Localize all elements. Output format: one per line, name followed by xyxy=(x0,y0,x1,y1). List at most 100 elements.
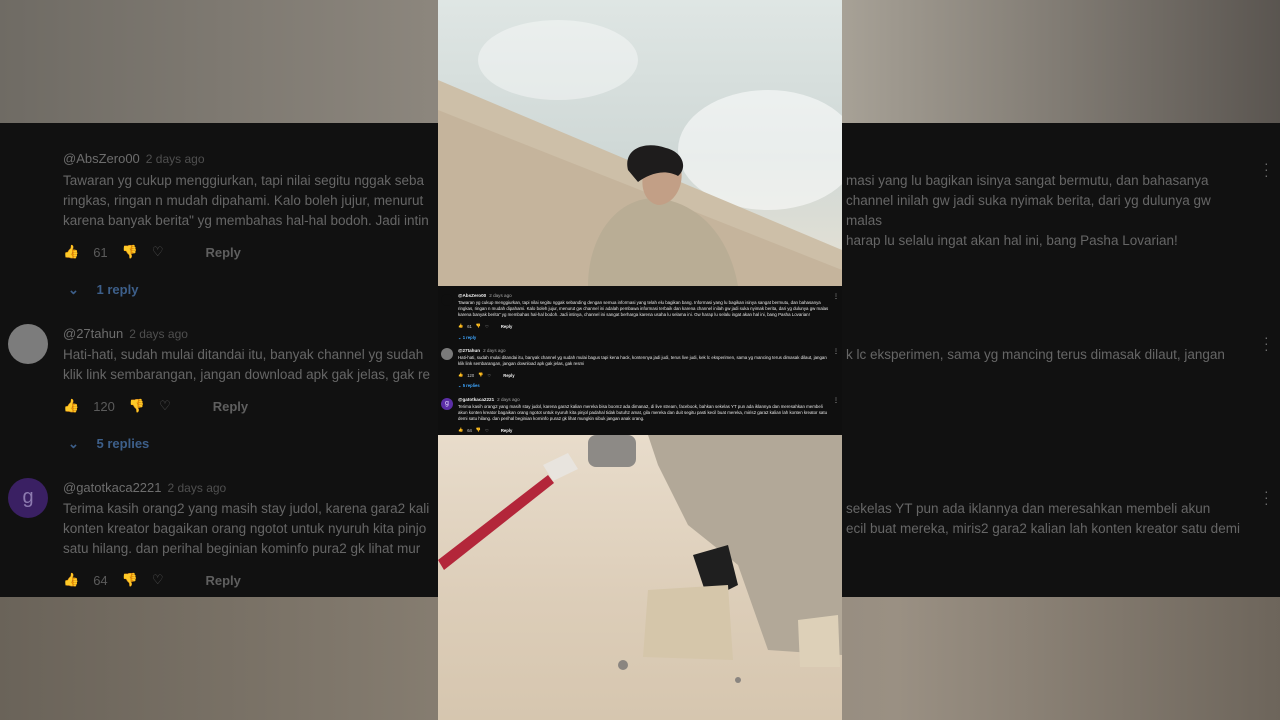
view-replies-button[interactable]: ⌄ 5 replies xyxy=(458,383,480,388)
blurred-comment-text-right: sekelas YT pun ada iklannya dan meresahk… xyxy=(846,499,1246,539)
thumbs-up-icon[interactable]: 👍 xyxy=(458,323,463,329)
blurred-replies-label: 5 replies xyxy=(96,436,150,451)
chevron-down-icon: ⌄ xyxy=(68,282,79,297)
username[interactable]: @AbsZero00 xyxy=(458,293,486,298)
comment-actions: 👍 120 👎 ♡ Reply xyxy=(458,372,515,378)
blurred-text-line: harap lu selalu ingat akan hal ini, bang… xyxy=(846,233,1178,248)
comment-actions: 👍 61 👎 ♡ Reply xyxy=(458,323,512,329)
blurred-text-line: karena banyak berita" yg membahas hal-ha… xyxy=(63,213,429,228)
comment-author[interactable]: @27tahun 2 days ago xyxy=(458,348,506,353)
reply-button[interactable]: Reply xyxy=(501,324,512,329)
view-replies-button[interactable]: ⌄ 1 reply xyxy=(458,335,476,340)
kebab-menu-icon[interactable]: ⋮ xyxy=(833,397,839,404)
avatar[interactable] xyxy=(441,294,453,306)
blurred-reply-label: Reply xyxy=(205,572,241,588)
blurred-username: @27tahun xyxy=(63,326,124,341)
blurred-text-line: satu hilang. dan perihal beginian kominf… xyxy=(63,541,421,556)
username[interactable]: @27tahun xyxy=(458,348,480,353)
blurred-text-line: channel inilah gw jadi suka nyimak berit… xyxy=(846,193,1211,228)
comment-actions: 👍 64 👎 ♡ Reply xyxy=(458,427,512,433)
kebab-menu-icon[interactable]: ⋮ xyxy=(833,348,839,355)
comment-author[interactable]: @AbsZero00 2 days ago xyxy=(458,293,512,298)
blurred-actions: 👍 61 👎 ♡ Reply xyxy=(63,244,241,260)
blurred-text-line: konten kreator bagaikan orang ngotot unt… xyxy=(63,521,427,536)
blurred-comment-text-right: k lc eksperimen, sama yg mancing terus d… xyxy=(846,345,1246,365)
thumbs-down-icon[interactable]: 👎 xyxy=(478,372,483,378)
kebab-menu-icon[interactable]: ⋮ xyxy=(833,293,839,300)
timestamp[interactable]: 2 days ago xyxy=(483,348,505,353)
blurred-text-line: klik link sembarangan, jangan download a… xyxy=(63,367,430,382)
heart-icon: ♡ xyxy=(485,427,489,433)
comment-text: Tawaran yg cukup menggiurkan, tapi nilai… xyxy=(458,300,829,318)
reply-button[interactable]: Reply xyxy=(501,428,512,433)
chevron-down-icon: ⌄ xyxy=(458,335,462,340)
blurred-text-line: Hati-hati, sudah mulai ditandai itu, ban… xyxy=(63,347,424,362)
blurred-actions: 👍 64 👎 ♡ Reply xyxy=(63,572,241,588)
blurred-timestamp: 2 days ago xyxy=(145,152,205,166)
blurred-comment-text-left: Tawaran yg cukup menggiurkan, tapi nilai… xyxy=(63,171,435,231)
thumbs-down-icon[interactable]: 👎 xyxy=(476,323,481,329)
blurred-reply-label: Reply xyxy=(212,398,249,414)
kebab-menu-icon: · · · xyxy=(1264,483,1269,511)
blurred-text-line: k lc eksperimen, sama yg mancing terus d… xyxy=(846,347,1225,362)
thumbs-up-icon: 👍 xyxy=(63,572,80,587)
heart-icon: ♡ xyxy=(151,572,164,587)
blurred-replies-label: 1 reply xyxy=(96,282,139,297)
thumbs-down-icon: 👎 xyxy=(121,572,138,587)
blurred-text-line: ringkas, ringan n mudah dipahami. Kalo b… xyxy=(63,193,424,208)
blurred-reply-label: Reply xyxy=(205,244,241,260)
like-count: 61 xyxy=(467,323,472,329)
like-count: 120 xyxy=(467,372,475,378)
comment-text: Terima kasih orang2 yang masih stay judo… xyxy=(458,404,828,422)
thumbs-down-icon[interactable]: 👎 xyxy=(476,427,481,433)
blurred-comment-user: @gatotkaca2221 2 days ago xyxy=(63,479,226,497)
blurred-timestamp: 2 days ago xyxy=(167,481,227,495)
comment-text: Hati-hati, sudah mulai ditandai itu, ban… xyxy=(458,355,827,367)
blurred-timestamp: 2 days ago xyxy=(129,327,188,341)
avatar[interactable] xyxy=(441,348,453,360)
chevron-down-icon: ⌄ xyxy=(458,383,462,388)
comments-panel: @AbsZero00 2 days ago Tawaran yg cukup me… xyxy=(438,286,842,435)
blurred-comment-user: @27tahun 2 days ago xyxy=(63,325,188,343)
username[interactable]: @gatotkaca2221 xyxy=(458,397,494,402)
replies-label[interactable]: 1 reply xyxy=(463,335,477,340)
blurred-like-count: 61 xyxy=(93,244,108,260)
heart-icon: ♡ xyxy=(151,244,164,259)
blurred-avatar: g xyxy=(8,478,48,518)
heart-icon: ♡ xyxy=(485,323,489,329)
kebab-menu-icon: · · · xyxy=(1264,329,1269,357)
kebab-menu-icon: · · · xyxy=(1264,155,1269,183)
man-and-vacuum-illustration xyxy=(438,435,842,683)
blurred-comment-text-right: masi yang lu bagikan isinya sangat bermu… xyxy=(846,171,1246,251)
blurred-replies-toggle: ⌄ 1 reply xyxy=(68,282,138,298)
blurred-replies-toggle: ⌄ 5 replies xyxy=(68,436,149,452)
blurred-username: @gatotkaca2221 xyxy=(63,480,162,495)
thumbs-up-icon[interactable]: 👍 xyxy=(458,372,463,378)
blurred-text-line: Terima kasih orang2 yang masih stay judo… xyxy=(63,501,430,516)
reply-button[interactable]: Reply xyxy=(503,373,514,378)
blurred-text-line: masi yang lu bagikan isinya sangat bermu… xyxy=(846,173,1209,188)
timestamp[interactable]: 2 days ago xyxy=(489,293,511,298)
like-count: 64 xyxy=(467,427,472,433)
blurred-actions: 👍 120 👎 ♡ Reply xyxy=(63,398,248,414)
thumbs-down-icon: 👎 xyxy=(121,244,138,259)
dune-illustration xyxy=(438,20,842,286)
blurred-comment-user: @AbsZero00 2 days ago xyxy=(63,150,205,168)
blurred-text-line: sekelas YT pun ada iklannya dan meresahk… xyxy=(846,501,1211,516)
timestamp[interactable]: 2 days ago xyxy=(497,397,519,402)
avatar[interactable]: g xyxy=(441,398,453,410)
blurred-username: @AbsZero00 xyxy=(63,151,140,166)
comment-author[interactable]: @gatotkaca2221 2 days ago xyxy=(458,397,520,402)
heart-icon: ♡ xyxy=(159,398,171,413)
thumbs-up-icon: 👍 xyxy=(63,244,80,259)
blurred-like-count: 64 xyxy=(93,572,108,588)
blurred-comment-text-left: Hati-hati, sudah mulai ditandai itu, ban… xyxy=(63,345,435,385)
blurred-comment-text-left: Terima kasih orang2 yang masih stay judo… xyxy=(63,499,435,559)
blurred-avatar xyxy=(8,324,48,364)
chevron-down-icon: ⌄ xyxy=(68,436,79,451)
blurred-like-count: 120 xyxy=(93,398,115,414)
thumbs-up-icon[interactable]: 👍 xyxy=(458,427,463,433)
replies-label[interactable]: 5 replies xyxy=(463,383,480,388)
thumbs-down-icon: 👎 xyxy=(128,398,146,413)
heart-icon: ♡ xyxy=(487,372,492,378)
